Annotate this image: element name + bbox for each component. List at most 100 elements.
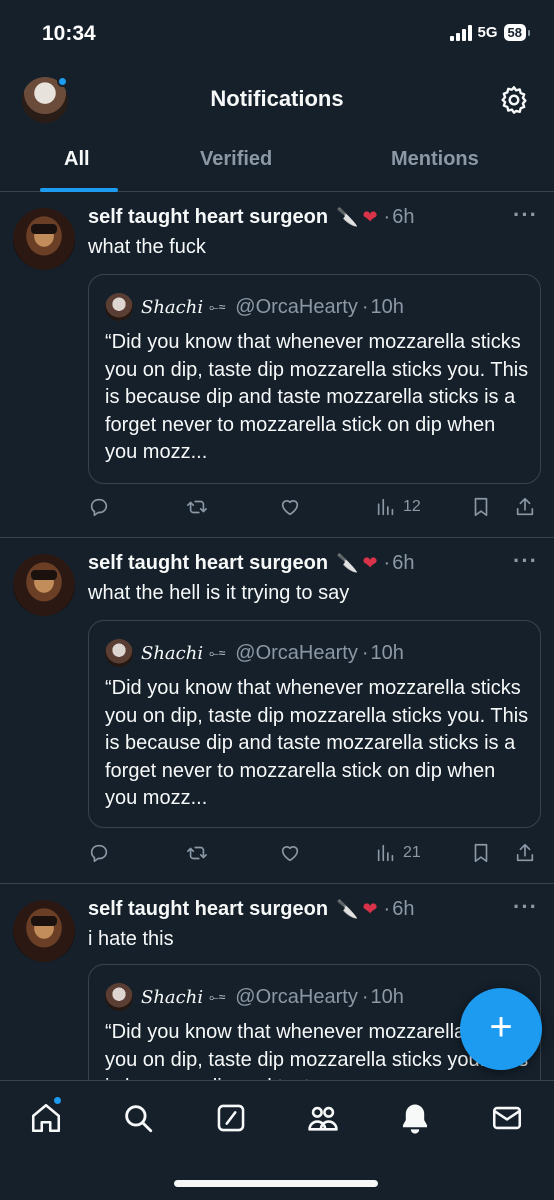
quote-header: Shachi ⟜≈ @OrcaHearty · 10h <box>105 293 404 321</box>
author-avatar[interactable] <box>13 900 75 962</box>
knife-icon: 🔪 <box>336 207 359 227</box>
network-label: 5G <box>477 24 498 41</box>
bookmark-button[interactable] <box>470 492 492 522</box>
home-indicator[interactable] <box>174 1180 378 1187</box>
quoted-tweet[interactable]: Shachi ⟜≈ @OrcaHearty · 10h “Did you kno… <box>88 274 541 484</box>
status-time: 10:34 <box>42 22 96 45</box>
more-options-button[interactable]: ··· <box>513 202 538 228</box>
views-count: 21 <box>403 844 421 861</box>
quoted-tweet[interactable]: Shachi ⟜≈ @OrcaHearty · 10h “Did you kno… <box>88 620 541 828</box>
author-avatar[interactable] <box>13 554 75 616</box>
dot-separator: · <box>383 206 391 228</box>
like-button[interactable] <box>279 492 301 522</box>
knife-icon: 🔪 <box>336 899 359 919</box>
nav-notifications[interactable] <box>398 1101 432 1135</box>
retweet-button[interactable] <box>186 838 208 868</box>
more-options-button[interactable]: ··· <box>513 548 538 574</box>
quote-handle: @OrcaHearty <box>235 295 358 318</box>
author-line: self taught heart surgeon 🔪 ❤ · 6h <box>88 206 414 229</box>
author-name[interactable]: self taught heart surgeon <box>88 552 328 575</box>
quote-author-name: Shachi <box>141 986 204 1008</box>
mail-icon <box>492 1106 522 1130</box>
dot-separator: · <box>361 295 369 318</box>
home-icon <box>31 1103 61 1133</box>
gear-icon[interactable] <box>498 84 530 116</box>
dot-separator: · <box>383 552 391 574</box>
like-button[interactable] <box>279 838 301 868</box>
bookmark-icon <box>474 843 488 863</box>
share-icon <box>516 843 534 862</box>
share-button[interactable] <box>514 492 536 522</box>
grok-icon <box>217 1104 245 1132</box>
views-count: 12 <box>403 498 421 515</box>
signal-icon <box>449 24 472 41</box>
author-avatar[interactable] <box>13 208 75 270</box>
tab-mentions[interactable]: Mentions <box>391 148 479 171</box>
reply-icon <box>90 498 108 517</box>
quote-time: 10h <box>370 985 404 1008</box>
tweet-time: 6h <box>392 206 415 228</box>
anatomical-heart-icon: ❤ <box>362 553 378 573</box>
quote-author-name: Shachi <box>141 642 204 664</box>
quote-time: 10h <box>370 295 404 318</box>
nav-grok[interactable] <box>214 1101 248 1135</box>
tweet-text: what the hell is it trying to say <box>88 582 350 604</box>
tweet-actions: 21 <box>88 838 548 868</box>
more-options-button[interactable]: ··· <box>513 894 538 920</box>
quote-avatar <box>105 293 133 321</box>
author-line: self taught heart surgeon 🔪 ❤ · 6h <box>88 898 414 921</box>
status-icons: 5G 58 <box>449 24 531 41</box>
reply-button[interactable] <box>88 492 110 522</box>
quote-text: “Did you know that whenever mozzarella s… <box>105 677 529 809</box>
quote-header: Shachi ⟜≈ @OrcaHearty · 10h <box>105 639 404 667</box>
like-icon <box>281 500 299 516</box>
quote-handle: @OrcaHearty <box>235 985 358 1008</box>
nav-messages[interactable] <box>490 1101 524 1135</box>
share-button[interactable] <box>514 838 536 868</box>
tweet-time: 6h <box>392 898 415 920</box>
views-button[interactable]: 12 <box>375 492 421 522</box>
reply-button[interactable] <box>88 838 110 868</box>
quote-handle: @OrcaHearty <box>235 641 358 664</box>
nav-search[interactable] <box>121 1101 155 1135</box>
views-icon <box>377 498 394 516</box>
plus-icon: + <box>489 1005 513 1049</box>
quote-time: 10h <box>370 641 404 664</box>
like-icon <box>281 846 299 862</box>
author-name[interactable]: self taught heart surgeon <box>88 206 328 229</box>
bookmark-button[interactable] <box>470 838 492 868</box>
views-icon <box>377 844 394 862</box>
anatomical-heart-icon: ❤ <box>362 207 378 227</box>
quote-avatar <box>105 983 133 1011</box>
tweet-text: i hate this <box>88 928 174 950</box>
tweet-text: what the fuck <box>88 236 206 258</box>
tab-verified[interactable]: Verified <box>200 148 272 171</box>
bookmark-icon <box>474 497 488 517</box>
orca-icon: ⟜≈ <box>209 645 226 660</box>
author-name[interactable]: self taught heart surgeon <box>88 898 328 921</box>
battery-icon: 58 <box>503 24 531 41</box>
bell-icon <box>402 1104 428 1134</box>
communities-icon <box>308 1106 338 1131</box>
orca-icon: ⟜≈ <box>209 989 226 1004</box>
compose-button[interactable]: + <box>460 988 542 1070</box>
tweet[interactable]: self taught heart surgeon 🔪 ❤ · 6h ··· w… <box>0 538 554 884</box>
tab-all[interactable]: All <box>64 148 90 171</box>
search-icon <box>125 1105 153 1133</box>
views-button[interactable]: 21 <box>375 838 421 868</box>
tweet-time: 6h <box>392 552 415 574</box>
anatomical-heart-icon: ❤ <box>362 899 378 919</box>
home-badge-dot <box>52 1095 63 1106</box>
nav-home[interactable] <box>29 1101 63 1135</box>
quote-text: “Did you know that whenever mozzarella s… <box>105 331 529 463</box>
retweet-button[interactable] <box>186 492 208 522</box>
retweet-icon <box>187 500 207 514</box>
nav-communities[interactable] <box>306 1101 340 1135</box>
tweet[interactable]: self taught heart surgeon 🔪 ❤ · 6h ··· w… <box>0 192 554 538</box>
dot-separator: · <box>383 898 391 920</box>
author-line: self taught heart surgeon 🔪 ❤ · 6h <box>88 552 414 575</box>
dot-separator: · <box>361 985 369 1008</box>
orca-icon: ⟜≈ <box>209 299 226 314</box>
share-icon <box>516 497 534 516</box>
tweet-actions: 12 <box>88 492 548 522</box>
